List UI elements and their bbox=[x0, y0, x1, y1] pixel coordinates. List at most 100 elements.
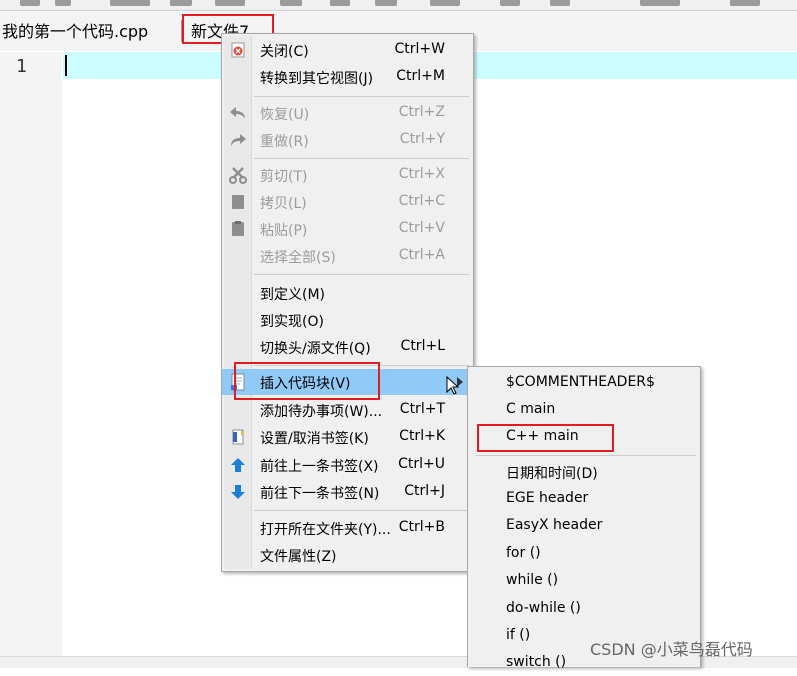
paste-icon bbox=[229, 220, 247, 238]
toolbar-icon[interactable] bbox=[55, 0, 71, 6]
menu-item-switch-view[interactable]: 转换到其它视图(J) Ctrl+M bbox=[222, 64, 473, 90]
snippet-while[interactable]: while () bbox=[468, 568, 700, 594]
menu-item-shortcut: Ctrl+Y bbox=[399, 131, 445, 147]
snippet-label: EGE header bbox=[506, 490, 589, 506]
menu-item-file-properties[interactable]: 文件属性(Z) bbox=[222, 542, 473, 568]
snippet-label: C++ main bbox=[506, 428, 579, 444]
menu-item-copy[interactable]: 拷贝(L) Ctrl+C bbox=[222, 189, 473, 215]
menu-item-shortcut: Ctrl+L bbox=[400, 338, 445, 354]
menu-item-shortcut: Ctrl+T bbox=[399, 401, 445, 417]
snippet-cpp-main[interactable]: C++ main bbox=[468, 424, 700, 450]
menu-item-select-all[interactable]: 选择全部(S) Ctrl+A bbox=[222, 243, 473, 269]
line-number-gutter bbox=[0, 52, 62, 667]
menu-item-goto-definition[interactable]: 到定义(M) bbox=[222, 280, 473, 306]
menu-item-redo[interactable]: 重做(R) Ctrl+Y bbox=[222, 127, 473, 153]
menu-item-label: 打开所在文件夹(Y)... bbox=[260, 522, 391, 538]
toolbar-icon[interactable] bbox=[730, 0, 760, 6]
toolbar-icon[interactable] bbox=[110, 0, 150, 6]
snippet-label: EasyX header bbox=[506, 517, 603, 533]
toolbar-icon[interactable] bbox=[640, 0, 680, 6]
menu-item-label: 文件属性(Z) bbox=[260, 549, 337, 565]
toolbar bbox=[0, 0, 797, 11]
menu-item-label: 到定义(M) bbox=[260, 287, 326, 303]
snippet-label: do-while () bbox=[506, 600, 581, 616]
snippet-for[interactable]: for () bbox=[468, 541, 700, 567]
menu-item-prev-bookmark[interactable]: 前往上一条书签(X) Ctrl+U bbox=[222, 452, 473, 478]
menu-separator bbox=[476, 455, 696, 456]
snippet-ege-header[interactable]: EGE header bbox=[468, 486, 700, 512]
copy-icon bbox=[229, 193, 247, 211]
menu-separator bbox=[254, 158, 469, 159]
snippet-label: for () bbox=[506, 545, 541, 561]
menu-item-label: 剪切(T) bbox=[260, 169, 308, 185]
toolbar-icon[interactable] bbox=[20, 0, 40, 6]
menu-item-label: 设置/取消书签(K) bbox=[260, 431, 369, 447]
close-icon bbox=[229, 41, 247, 59]
menu-item-label: 添加待办事项(W)... bbox=[260, 404, 383, 420]
menu-item-label: 前往上一条书签(X) bbox=[260, 459, 379, 475]
toolbar-icon[interactable] bbox=[550, 0, 570, 6]
snippet-label: 日期和时间(D) bbox=[506, 466, 598, 482]
menu-item-label: 重做(R) bbox=[260, 134, 309, 150]
snippet-submenu: $COMMENTHEADER$ C main C++ main 日期和时间(D)… bbox=[467, 366, 701, 670]
snippet-label: switch () bbox=[506, 654, 567, 670]
toolbar-icon[interactable] bbox=[280, 0, 302, 6]
menu-item-label: 恢复(U) bbox=[260, 107, 310, 123]
snippet-date-time[interactable]: 日期和时间(D) bbox=[468, 459, 700, 485]
snippet-c-main[interactable]: C main bbox=[468, 397, 700, 423]
snippet-easyx-header[interactable]: EasyX header bbox=[468, 513, 700, 539]
toolbar-icon[interactable] bbox=[375, 0, 397, 6]
toolbar-icon[interactable] bbox=[170, 0, 192, 6]
menu-item-shortcut: Ctrl+K bbox=[399, 428, 445, 444]
menu-separator bbox=[254, 274, 469, 275]
menu-item-label: 关闭(C) bbox=[260, 44, 309, 60]
tab-file-1[interactable]: 我的第一个代码.cpp bbox=[2, 18, 148, 42]
menu-item-label: 前往下一条书签(N) bbox=[260, 486, 380, 502]
toolbar-icon[interactable] bbox=[500, 0, 520, 6]
line-number: 1 bbox=[16, 56, 27, 77]
menu-item-add-todo[interactable]: 添加待办事项(W)... Ctrl+T bbox=[222, 397, 473, 423]
menu-item-undo[interactable]: 恢复(U) Ctrl+Z bbox=[222, 100, 473, 126]
menu-item-paste[interactable]: 粘贴(P) Ctrl+V bbox=[222, 216, 473, 242]
menu-item-shortcut: Ctrl+Z bbox=[398, 104, 445, 120]
menu-item-shortcut: Ctrl+A bbox=[398, 247, 445, 263]
arrow-up-icon bbox=[229, 456, 247, 474]
menu-item-shortcut: Ctrl+W bbox=[394, 41, 445, 57]
snippet-label: while () bbox=[506, 572, 559, 588]
toolbar-icon[interactable] bbox=[430, 0, 460, 6]
watermark: CSDN @小菜鸟磊代码 bbox=[590, 640, 753, 659]
menu-item-shortcut: Ctrl+C bbox=[398, 193, 445, 209]
menu-item-switch-header-source[interactable]: 切换头/源文件(Q) Ctrl+L bbox=[222, 334, 473, 360]
menu-item-label: 转换到其它视图(J) bbox=[260, 71, 374, 87]
text-caret bbox=[65, 55, 67, 76]
menu-separator bbox=[254, 510, 469, 511]
menu-item-label: 粘贴(P) bbox=[260, 223, 308, 239]
snippet-label: if () bbox=[506, 627, 531, 643]
menu-separator bbox=[254, 365, 469, 366]
menu-item-label: 拷贝(L) bbox=[260, 196, 307, 212]
snippet-commentheader[interactable]: $COMMENTHEADER$ bbox=[468, 370, 700, 396]
toolbar-icon[interactable] bbox=[215, 0, 245, 6]
menu-item-close[interactable]: 关闭(C) Ctrl+W bbox=[222, 37, 473, 63]
menu-item-shortcut: Ctrl+V bbox=[398, 220, 445, 236]
menu-item-shortcut: Ctrl+B bbox=[398, 519, 445, 535]
toolbar-icon[interactable] bbox=[330, 0, 350, 6]
menu-item-label: 切换头/源文件(Q) bbox=[260, 341, 371, 357]
menu-item-label: 到实现(O) bbox=[260, 314, 324, 330]
mouse-pointer-icon bbox=[446, 375, 460, 400]
snippet-label: $COMMENTHEADER$ bbox=[506, 374, 655, 390]
arrow-down-icon bbox=[229, 483, 247, 501]
menu-item-open-folder[interactable]: 打开所在文件夹(Y)... Ctrl+B bbox=[222, 515, 473, 541]
menu-item-shortcut: Ctrl+X bbox=[398, 166, 445, 182]
menu-item-cut[interactable]: 剪切(T) Ctrl+X bbox=[222, 162, 473, 188]
bookmark-icon bbox=[229, 428, 247, 446]
menu-item-next-bookmark[interactable]: 前往下一条书签(N) Ctrl+J bbox=[222, 479, 473, 505]
code-snippet-icon bbox=[229, 373, 247, 391]
menu-item-shortcut: Ctrl+U bbox=[398, 456, 445, 472]
menu-item-insert-snippet[interactable]: 插入代码块(V) bbox=[222, 369, 473, 395]
menu-item-toggle-bookmark[interactable]: 设置/取消书签(K) Ctrl+K bbox=[222, 424, 473, 450]
cut-icon bbox=[229, 166, 247, 184]
menu-separator bbox=[254, 96, 469, 97]
menu-item-goto-implementation[interactable]: 到实现(O) bbox=[222, 307, 473, 333]
snippet-do-while[interactable]: do-while () bbox=[468, 596, 700, 622]
